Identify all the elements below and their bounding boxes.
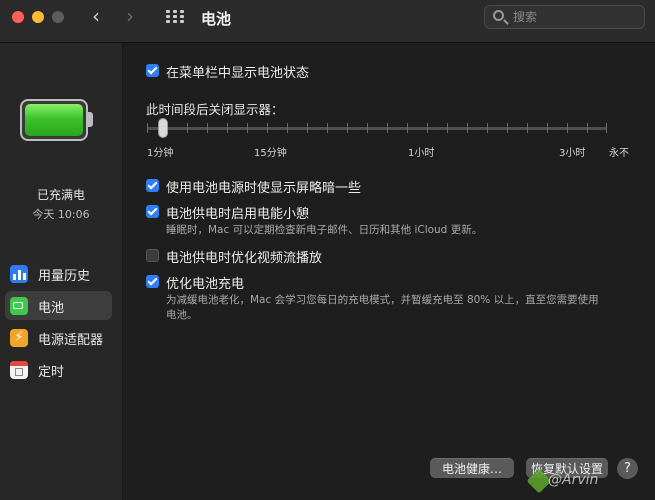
slider-knob[interactable] <box>158 118 168 138</box>
lightning-icon: ⚡ <box>10 329 28 347</box>
power-nap-description: 睡眠时，Mac 可以定期检查新电子邮件、日历和其他 iCloud 更新。 <box>166 224 483 236</box>
battery-health-button[interactable]: 电池健康… <box>430 458 514 478</box>
optimized-charging-label[interactable]: 优化电池充电 <box>166 273 244 292</box>
display-off-label: 此时间段后关闭显示器： <box>146 102 284 117</box>
show-in-menubar-checkbox[interactable] <box>146 64 159 77</box>
charge-time: 今天 10:06 <box>32 208 90 221</box>
show-all-grid-icon[interactable] <box>166 10 186 24</box>
sidebar-item-power-adapter[interactable]: ⚡ 电源适配器 <box>5 323 112 352</box>
sidebar-item-schedule[interactable]: 定时 <box>5 355 112 384</box>
show-in-menubar-label[interactable]: 在菜单栏中显示电池状态 <box>166 62 309 81</box>
sidebar: 已充满电 今天 10:06 用量历史 电池 ⚡ 电源适配器 定时 <box>0 43 123 500</box>
title-bar: ‹ › 电池 <box>0 0 655 43</box>
sidebar-item-label: 电源适配器 <box>38 333 104 348</box>
search-input[interactable] <box>513 8 641 26</box>
forward-arrow-icon[interactable]: › <box>126 6 134 26</box>
slider-label-1hour: 1小时 <box>408 148 435 159</box>
chart-icon <box>10 265 28 283</box>
back-arrow-icon[interactable]: ‹ <box>92 6 100 26</box>
power-nap-label[interactable]: 电池供电时启用电能小憩 <box>166 203 309 222</box>
slider-label-never: 永不 <box>609 148 629 159</box>
dim-display-checkbox[interactable] <box>146 179 159 192</box>
optimized-charging-description-line1: 为减缓电池老化，Mac 会学习您每日的充电模式，并暂缓充电至 80% 以上，直至… <box>166 294 599 306</box>
optimized-charging-description-line2: 电池。 <box>166 309 198 321</box>
window-title: 电池 <box>201 10 232 28</box>
search-icon <box>493 10 504 21</box>
watermark-text: @Arvin <box>548 472 599 488</box>
slider-label-1min: 1分钟 <box>147 148 174 159</box>
slider-label-15min: 15分钟 <box>254 148 287 159</box>
minimize-window-button[interactable] <box>32 11 44 23</box>
zoom-window-button[interactable] <box>52 11 64 23</box>
battery-icon <box>10 297 28 315</box>
sidebar-item-label: 用量历史 <box>38 269 91 284</box>
sidebar-item-label: 电池 <box>38 301 65 316</box>
sidebar-item-usage-history[interactable]: 用量历史 <box>5 259 112 288</box>
optimized-charging-checkbox[interactable] <box>146 275 159 288</box>
search-field[interactable] <box>484 5 645 29</box>
battery-level-fill <box>25 104 83 136</box>
close-window-button[interactable] <box>12 11 24 23</box>
help-button[interactable]: ? <box>617 458 638 479</box>
slider-label-3hours: 3小时 <box>559 148 586 159</box>
calendar-icon <box>10 361 28 379</box>
optimize-video-label[interactable]: 电池供电时优化视频流播放 <box>166 247 322 266</box>
sidebar-item-battery[interactable]: 电池 <box>5 291 112 320</box>
optimize-video-checkbox[interactable] <box>146 249 159 262</box>
charge-status: 已充满电 <box>36 188 85 202</box>
sidebar-item-label: 定时 <box>38 365 65 380</box>
power-nap-checkbox[interactable] <box>146 205 159 218</box>
slider-track[interactable] <box>147 127 607 130</box>
dim-display-label[interactable]: 使用电池电源时使显示屏略暗一些 <box>166 177 361 196</box>
battery-status-icon <box>20 99 94 145</box>
